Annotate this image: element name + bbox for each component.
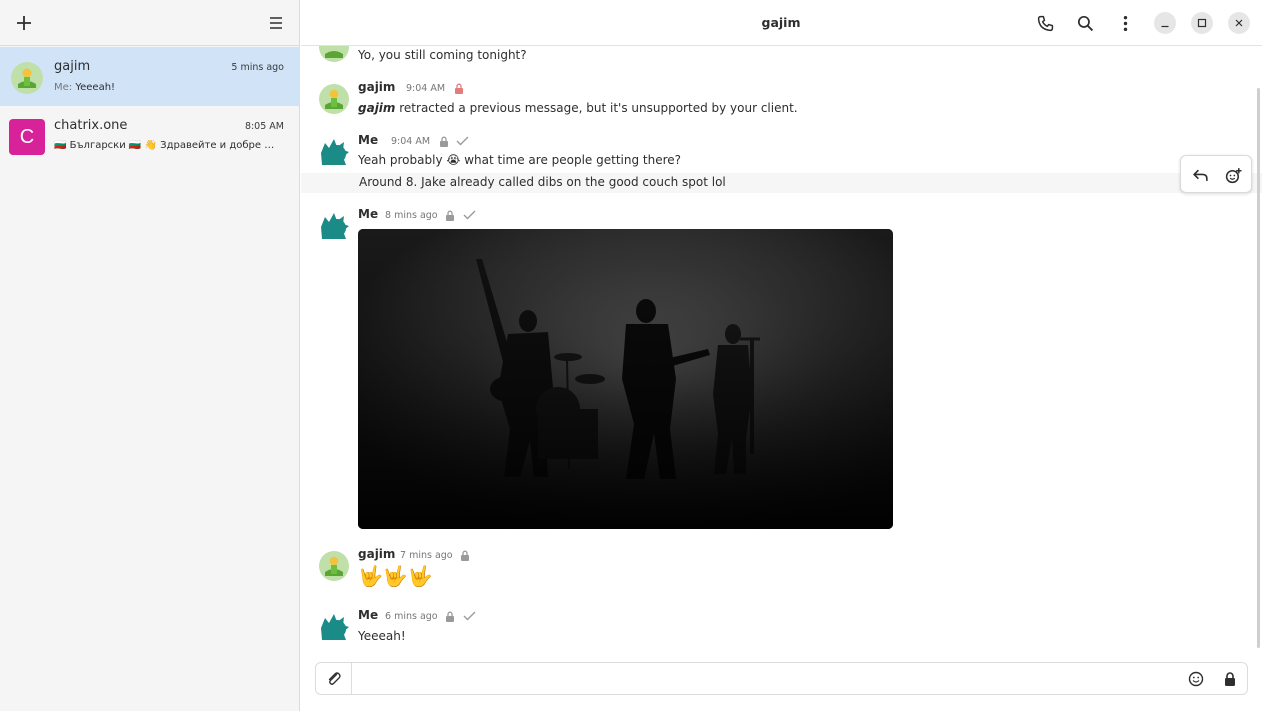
sidebar-header: [0, 0, 299, 46]
gajim-avatar: [319, 84, 349, 114]
message-text: Yo, you still coming tonight?: [358, 48, 527, 62]
maximize-button[interactable]: [1191, 12, 1213, 34]
main-menu-button[interactable]: [260, 8, 292, 38]
message-sender: gajim: [358, 80, 396, 94]
more-options-button[interactable]: [1113, 11, 1137, 35]
chat-time: 5 mins ago: [231, 62, 284, 73]
message-input[interactable]: [360, 668, 1180, 689]
close-button[interactable]: [1228, 12, 1250, 34]
chat-name: chatrix.one: [54, 118, 128, 133]
message-sender: Me: [358, 608, 379, 622]
message-time: 7 mins ago: [400, 550, 453, 561]
search-button[interactable]: [1073, 11, 1097, 35]
encrypted-lock-icon: [446, 611, 454, 622]
me-avatar: [321, 213, 349, 239]
call-button[interactable]: [1033, 11, 1057, 35]
message-history[interactable]: Yo, you still coming tonight? gajim 9:04…: [301, 46, 1262, 658]
start-chat-button[interactable]: [8, 8, 40, 38]
retract-notice: retracted a previous message, but it's u…: [399, 101, 798, 115]
chatrix-avatar: C: [9, 119, 45, 155]
attach-button[interactable]: [316, 663, 352, 694]
close-icon: [1235, 19, 1243, 27]
encrypted-lock-icon: [446, 210, 454, 221]
gajim-avatar: [319, 46, 349, 62]
emoji-button[interactable]: [1187, 670, 1205, 688]
encryption-button[interactable]: [1221, 670, 1239, 688]
reply-button[interactable]: [1189, 164, 1211, 186]
preview-sender: Me:: [54, 82, 73, 93]
chat-time: 8:05 AM: [244, 121, 284, 132]
emoji-icon: [1188, 671, 1204, 687]
message-sender: Me: [358, 207, 379, 221]
message-text: Around 8. Jake already called dibs on th…: [359, 175, 726, 189]
search-icon: [1077, 15, 1093, 31]
encrypted-lock-icon: [461, 550, 469, 561]
maximize-icon: [1197, 18, 1207, 28]
paperclip-icon: [328, 671, 341, 685]
avatar-letter: C: [9, 119, 45, 155]
lock-icon: [1225, 672, 1235, 686]
chat-list-sidebar: gajim 5 mins ago Me: Yeeeah! C chatrix.o…: [0, 0, 300, 711]
phone-icon: [1037, 15, 1053, 31]
message-actions-popover: [1180, 155, 1252, 193]
message-time: 8 mins ago: [385, 210, 438, 221]
add-reaction-icon: [1225, 167, 1241, 183]
chat-preview: Me: Yeeeah!: [54, 82, 286, 93]
encrypted-lock-icon: [440, 136, 448, 147]
message-time: 6 mins ago: [385, 611, 438, 622]
add-reaction-button[interactable]: [1222, 164, 1244, 186]
message-sender: Me: [358, 133, 379, 147]
image-attachment[interactable]: [358, 229, 893, 529]
conversation-header: gajim: [301, 0, 1262, 46]
minimize-icon: [1161, 25, 1169, 28]
message-sender: gajim: [358, 547, 396, 561]
delivered-check-icon: [456, 136, 469, 146]
more-vert-icon: [1123, 15, 1127, 31]
chat-name: gajim: [54, 59, 91, 74]
minimize-button[interactable]: [1154, 12, 1176, 34]
gajim-avatar: [319, 551, 349, 581]
band-silhouette-image: [358, 229, 893, 529]
reply-icon: [1192, 169, 1208, 181]
scrollbar[interactable]: [1257, 88, 1260, 648]
unencrypted-lock-icon: [455, 83, 463, 94]
gajim-avatar: [9, 60, 45, 96]
message-text: Yeah probably 😭 what time are people get…: [358, 153, 682, 167]
message-composer: [315, 662, 1248, 695]
message-text: Yeeeah!: [358, 629, 406, 643]
message-time: 9:04 AM: [406, 83, 446, 94]
preview-text: Yeeeah!: [75, 82, 116, 93]
chat-item-chatrix[interactable]: C chatrix.one 8:05 AM 🇧🇬 Български 🇧🇬 👋 …: [0, 106, 300, 165]
chat-preview: 🇧🇬 Български 🇧🇬 👋 Здравейте и добре …: [54, 140, 275, 151]
me-avatar: [321, 139, 349, 165]
delivered-check-icon: [463, 611, 476, 621]
me-avatar: [321, 614, 349, 640]
message-text: gajim retracted a previous message, but …: [358, 101, 798, 115]
chat-item-gajim[interactable]: gajim 5 mins ago Me: Yeeeah!: [0, 47, 300, 106]
message-time: 9:04 AM: [391, 136, 431, 147]
message-text: 🤟🤟🤟: [358, 564, 433, 588]
delivered-check-icon: [463, 210, 476, 220]
hamburger-menu-icon: [270, 17, 282, 29]
plus-icon: [17, 16, 31, 30]
retract-actor: gajim: [358, 101, 396, 115]
